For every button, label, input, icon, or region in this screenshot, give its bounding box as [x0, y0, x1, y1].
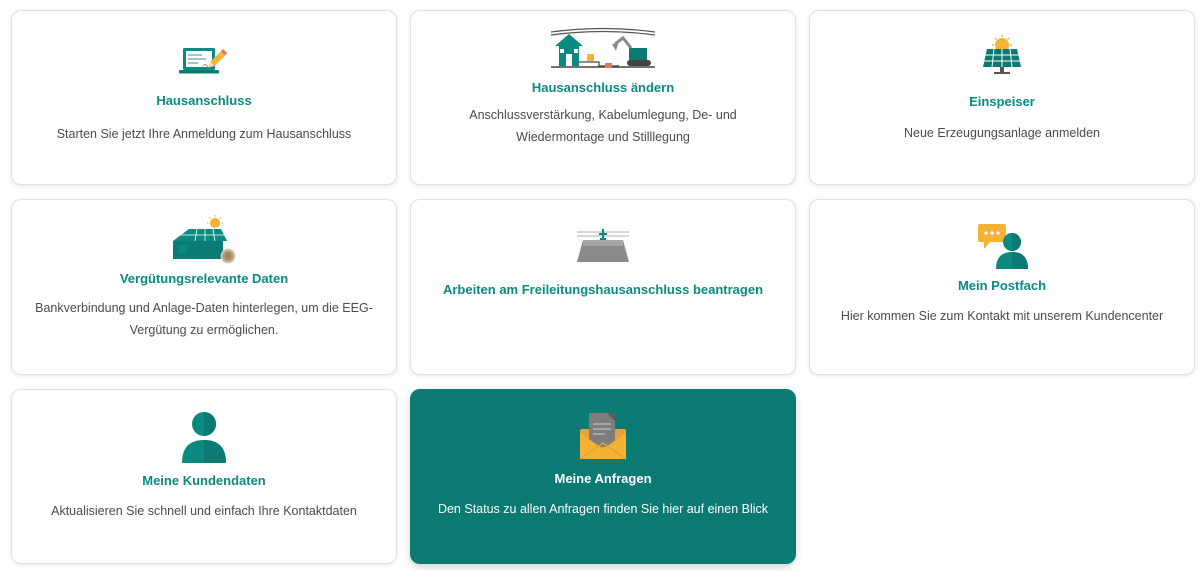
tile-title: Hausanschluss ändern	[531, 80, 675, 95]
tile-description: Aktualisieren Sie schnell und einfach Ih…	[51, 504, 357, 518]
tile-title: Einspeiser	[969, 94, 1035, 109]
overhead-line-icon	[577, 229, 629, 262]
service-tiles-grid: Hausanschluss Starten Sie jetzt Ihre Anm…	[11, 10, 1195, 564]
laptop-pencil-icon	[179, 48, 228, 74]
chat-person-icon	[978, 224, 1028, 269]
tile-einspeiser[interactable]: Einspeiser Neue Erzeugungsanlage anmelde…	[809, 10, 1195, 185]
tile-freileitungshausanschluss[interactable]: Arbeiten am Freileitungshausanschluss be…	[410, 199, 796, 375]
house-excavator-icon	[550, 27, 656, 68]
tile-title: Meine Anfragen	[554, 471, 652, 486]
envelope-document-icon	[579, 413, 627, 460]
solar-roof-coin-icon	[173, 215, 236, 264]
tile-description: Den Status zu allen Anfragen finden Sie …	[437, 502, 769, 516]
tile-title: Vergütungsrelevante Daten	[119, 271, 289, 286]
tile-mein-postfach[interactable]: Mein Postfach Hier kommen Sie zum Kontak…	[809, 199, 1195, 375]
tile-verguetungsrelevante-daten[interactable]: Vergütungsrelevante Daten Bankverbindung…	[11, 199, 397, 375]
tile-title: Mein Postfach	[957, 278, 1047, 293]
tile-description: Starten Sie jetzt Ihre Anmeldung zum Hau…	[56, 127, 352, 141]
tile-hausanschluss[interactable]: Hausanschluss Starten Sie jetzt Ihre Anm…	[11, 10, 397, 185]
person-icon	[182, 412, 226, 463]
tile-description: Anschlussverstärkung, Kabelumlegung, De-…	[469, 108, 737, 144]
tile-title: Meine Kundendaten	[142, 473, 266, 488]
tile-title: Hausanschluss	[156, 93, 252, 108]
tile-meine-kundendaten[interactable]: Meine Kundendaten Aktualisieren Sie schn…	[11, 389, 397, 564]
tile-description: Bankverbindung und Anlage-Daten hinterle…	[35, 301, 373, 337]
tile-description: Neue Erzeugungsanlage anmelden	[904, 126, 1100, 140]
tile-title: Arbeiten am Freileitungshausanschluss be…	[442, 282, 764, 297]
tile-description: Hier kommen Sie zum Kontakt mit unserem …	[840, 309, 1164, 323]
tile-hausanschluss-aendern[interactable]: Hausanschluss ändern Anschlussverstärkun…	[410, 10, 796, 185]
solar-panel-icon	[983, 35, 1021, 74]
tile-meine-anfragen[interactable]: Meine Anfragen Den Status zu allen Anfra…	[410, 389, 796, 564]
